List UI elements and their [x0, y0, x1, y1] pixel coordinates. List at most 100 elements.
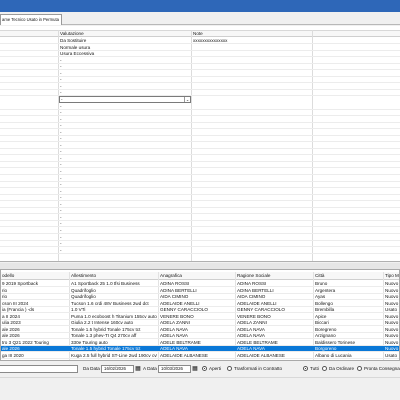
calendar-icon[interactable]: ▦ — [135, 365, 141, 373]
allestimento-cell[interactable]: Tonale 1.5 hybrid Tonale 175cv tct — [71, 346, 157, 352]
valutazione-cell[interactable]: Normale usura — [60, 45, 90, 51]
ragione-sociale-cell[interactable]: ADELE BELTRAME — [237, 340, 313, 346]
table-row[interactable]: - — [0, 228, 400, 234]
ragione-sociale-cell[interactable]: ADELA ZANNI — [237, 320, 313, 326]
valutazione-cell[interactable]: - — [60, 162, 62, 168]
table-row[interactable]: - — [0, 162, 400, 169]
citta-cell[interactable]: Ayas — [315, 294, 382, 300]
modello-cell[interactable]: cson III 2024 — [2, 301, 68, 307]
allestimento-cell[interactable]: Puma 1.0 ecoboost h Titanium 155cv auto — [71, 314, 157, 320]
modello-cell[interactable]: rio — [2, 288, 68, 294]
valutazione-cell[interactable]: - — [60, 84, 62, 90]
header-valutazione[interactable]: Valutazione — [60, 31, 84, 37]
allestimento-cell[interactable]: A1 Sportback 25 1.0 tfsi Business — [71, 281, 157, 287]
tipo-cell[interactable]: Nuovo — [385, 288, 399, 294]
table-row[interactable]: - — [0, 176, 400, 182]
citta-cell[interactable]: Bruno — [315, 281, 382, 287]
header-allestimento[interactable]: Allestimento — [71, 272, 96, 280]
allestimento-cell[interactable]: 1.0 VTi — [71, 307, 157, 313]
table-row[interactable]: - — [0, 202, 400, 208]
modello-cell[interactable]: ga III 2020 — [2, 353, 68, 359]
valutazione-cell[interactable]: Usura Eccessiva — [60, 51, 94, 57]
anagrafica-cell[interactable]: ADELE BELTRAME — [160, 340, 234, 346]
table-row[interactable]: - — [0, 84, 400, 90]
table-row[interactable]: - — [0, 117, 400, 123]
valutazione-cell[interactable]: - — [60, 208, 62, 214]
citta-cell[interactable]: Arzignano — [315, 333, 382, 339]
radio-aperti[interactable] — [202, 366, 207, 371]
anagrafica-cell[interactable]: ADELA ZANNI — [160, 320, 234, 326]
tipo-cell[interactable]: Nuovo — [385, 327, 399, 333]
table-row[interactable]: - — [0, 208, 400, 215]
valutazione-cell[interactable]: - — [60, 156, 62, 162]
header-note[interactable]: Note — [193, 31, 203, 37]
modello-cell[interactable]: a II 2024 — [2, 314, 68, 320]
ragione-sociale-cell[interactable]: ADELAIDE ANELLI — [237, 301, 313, 307]
valutazione-cell[interactable]: - — [60, 130, 62, 136]
valutazione-cell[interactable]: - — [60, 182, 62, 188]
valutazione-cell[interactable]: - — [60, 110, 62, 116]
table-row[interactable]: - — [0, 143, 400, 149]
valutazione-cell[interactable]: - — [60, 248, 62, 254]
tipo-cell[interactable]: Nuovo — [385, 346, 399, 352]
allestimento-cell[interactable]: Quadrifoglio — [71, 294, 157, 300]
citta-cell[interactable]: Borgoreno — [315, 346, 382, 352]
valutazione-cell[interactable]: - — [60, 169, 62, 175]
table-row[interactable]: - — [0, 149, 400, 156]
table-row-selected[interactable]: ale 2026 Tonale 1.5 hybrid Tonale 175cv t… — [1, 346, 399, 352]
ragione-sociale-cell[interactable]: ADINA BERTELLI — [237, 288, 313, 294]
modello-cell[interactable]: ale 2026 — [2, 327, 68, 333]
table-row[interactable]: - — [0, 64, 400, 71]
radio-da-ordinare[interactable] — [322, 366, 327, 371]
table-row[interactable]: - — [0, 182, 400, 189]
table-row[interactable]: tro 3 Q21 2022 Touring 330e Touring auto A… — [1, 340, 399, 346]
citta-cell[interactable]: Argentera — [315, 288, 382, 294]
valutazione-cell[interactable]: - — [60, 235, 62, 241]
chevron-down-icon[interactable]: ⌄ — [184, 97, 190, 103]
note-cell[interactable]: xxxxxxxxxxxxxxx — [193, 38, 227, 44]
header-modello[interactable]: odello — [2, 272, 14, 280]
ragione-sociale-cell[interactable]: AIDA CIMINO — [237, 294, 313, 300]
valutazione-cell[interactable]: - — [60, 149, 62, 155]
table-row[interactable]: - — [0, 215, 400, 221]
valutazione-cell[interactable]: - — [60, 195, 62, 201]
modello-cell[interactable]: rio — [2, 294, 68, 300]
citta-cell[interactable]: Albano di Lucania — [315, 353, 382, 359]
table-row[interactable]: - — [0, 195, 400, 202]
table-row[interactable]: rio Quadrifoglio ADINA BERTELLI ADINA BERTE… — [1, 288, 399, 294]
ragione-sociale-cell[interactable]: ADELA NAVA — [237, 327, 313, 333]
valutazione-cell[interactable]: - — [60, 58, 62, 64]
valutazione-dropdown[interactable]: - ⌄ — [59, 96, 191, 104]
table-row[interactable]: - — [0, 136, 400, 143]
allestimento-cell[interactable]: Tonale 1.3 phev-TI Q4 270cv aff — [71, 333, 157, 339]
header-ragione-sociale[interactable]: Ragione Sociale — [237, 272, 270, 280]
table-row[interactable]: - — [0, 77, 400, 84]
ragione-sociale-cell[interactable]: ADELA NAVA — [237, 346, 313, 352]
anagrafica-cell[interactable]: ADINA BERTELLI — [160, 288, 234, 294]
allestimento-cell[interactable]: Tucson 1.6 crdi 48V Business 2wd dct — [71, 301, 157, 307]
citta-cell[interactable]: Bollengo — [315, 301, 382, 307]
anagrafica-cell[interactable]: ADELA NAVA — [160, 346, 234, 352]
anagrafica-cell[interactable]: VENERE BONO — [160, 314, 234, 320]
citta-cell[interactable]: Biccari — [315, 320, 382, 326]
valutazione-cell[interactable]: - — [60, 221, 62, 227]
citta-cell[interactable]: Apice — [315, 314, 382, 320]
table-row[interactable]: ulia 2023 Giulia 2.2 t Intense 160cv auto… — [1, 320, 399, 326]
search-field[interactable] — [0, 365, 78, 373]
table-row[interactable]: - — [0, 104, 400, 110]
tipo-cell[interactable]: Nuovo — [385, 301, 399, 307]
tipo-cell[interactable]: Nuovo — [385, 333, 399, 339]
table-row[interactable]: Normale usura — [0, 45, 400, 51]
allestimento-cell[interactable]: Kuga 2.5 full hybrid ST-Line 2wd 190cv c… — [71, 353, 157, 359]
valutazione-cell[interactable]: Da Sostituire — [60, 38, 86, 44]
valutazione-cell[interactable]: - — [60, 136, 62, 142]
tab-esame-tecnico[interactable]: ame Tecnico Usato in Permuta — [0, 14, 62, 25]
table-row[interactable]: - — [0, 71, 400, 77]
valutazione-cell[interactable]: - — [60, 117, 62, 123]
header-citta[interactable]: Città — [315, 272, 324, 280]
valutazione-cell[interactable]: - — [60, 123, 62, 129]
citta-cell[interactable]: Brembilla — [315, 307, 382, 313]
modello-cell[interactable]: tro 3 Q21 2022 Touring — [2, 340, 68, 346]
anagrafica-cell[interactable]: ADELAIDE ALBANESE — [160, 353, 234, 359]
modello-cell[interactable]: ia (Francia ) -ds — [2, 307, 68, 313]
